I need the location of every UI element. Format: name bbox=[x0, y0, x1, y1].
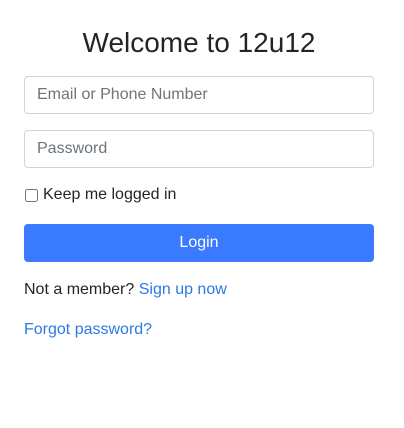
remember-me-row: Keep me logged in bbox=[24, 185, 176, 205]
signup-prompt: Not a member? Sign up now bbox=[24, 280, 227, 300]
login-button[interactable]: Login bbox=[24, 224, 374, 262]
page-title: Welcome to 12u12 bbox=[82, 27, 316, 58]
signup-link[interactable]: Sign up now bbox=[139, 281, 227, 298]
password-field[interactable] bbox=[24, 130, 374, 168]
member-text: Not a member? bbox=[24, 281, 135, 298]
remember-me-checkbox[interactable] bbox=[25, 188, 38, 202]
forgot-password-link[interactable]: Forgot password? bbox=[24, 320, 152, 340]
remember-me-label[interactable]: Keep me logged in bbox=[43, 185, 176, 205]
email-field[interactable] bbox=[24, 76, 374, 114]
login-page: Welcome to 12u12 Keep me logged in Login… bbox=[0, 0, 404, 428]
